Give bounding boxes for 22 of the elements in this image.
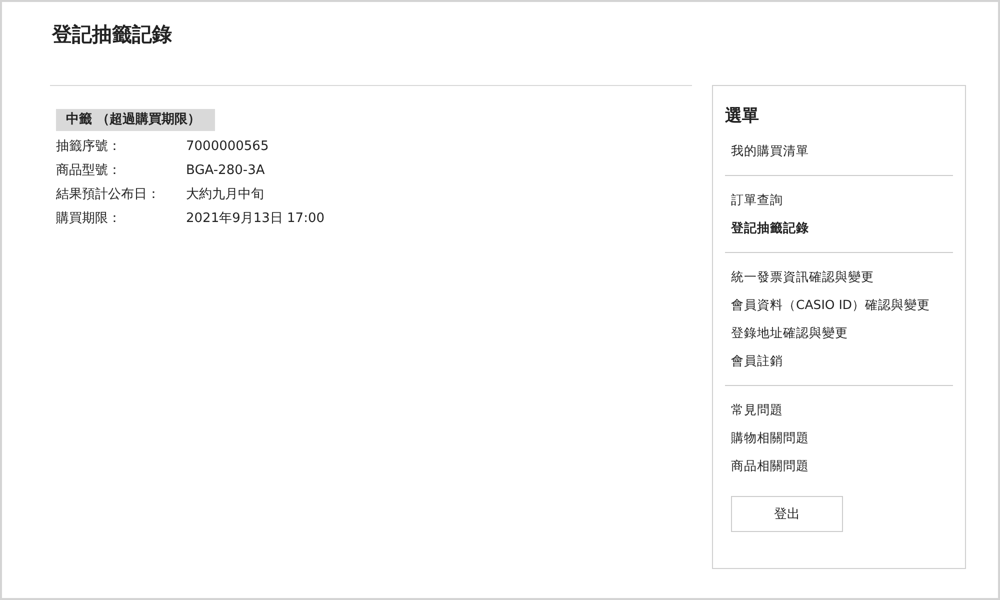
menu-link[interactable]: 統一發票資訊確認與變更 xyxy=(731,263,953,291)
menu-link[interactable]: 商品相關問題 xyxy=(731,452,953,480)
page-title: 登記抽籤記錄 xyxy=(52,21,173,48)
field-value: BGA-280-3A xyxy=(186,162,266,180)
field-label: 抽籤序號： xyxy=(56,138,122,156)
menu-link[interactable]: 購物相關問題 xyxy=(731,424,953,452)
menu-link[interactable]: 常見問題 xyxy=(731,396,953,424)
status-label: 中籤 （超過購買期限） xyxy=(56,109,215,131)
menu-link[interactable]: 會員註銷 xyxy=(731,347,953,375)
field-value: 2021年9月13日 17:00 xyxy=(186,210,326,228)
menu-link[interactable]: 登錄地址確認與變更 xyxy=(731,319,953,347)
field-value: 7000000565 xyxy=(186,138,270,156)
field-label: 商品型號： xyxy=(56,162,122,180)
menu-title: 選單 xyxy=(725,105,760,127)
logout-button[interactable]: 登出 xyxy=(731,496,843,532)
menu-link[interactable]: 訂單查詢 xyxy=(731,186,953,214)
menu-link[interactable]: 會員資料（CASIO ID）確認與變更 xyxy=(731,291,953,319)
menu-link[interactable]: 登記抽籤記錄 xyxy=(731,214,953,242)
field-label: 購買期限： xyxy=(56,210,122,228)
menu-link[interactable]: 我的購買清單 xyxy=(731,137,953,165)
field-value: 大約九月中旬 xyxy=(186,186,265,204)
field-label: 結果預計公布日： xyxy=(56,186,161,204)
